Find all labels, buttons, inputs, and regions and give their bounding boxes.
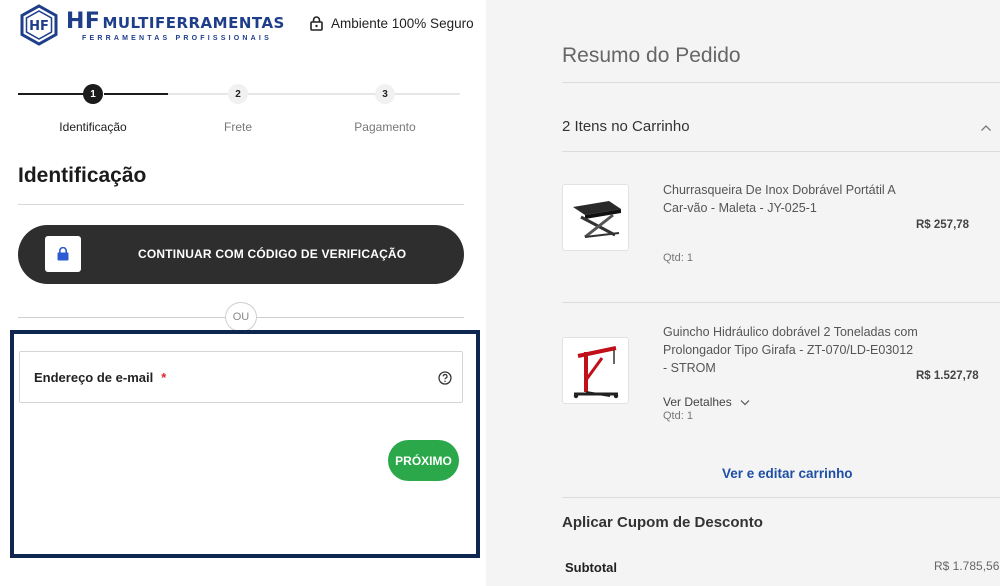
- lock-icon: [45, 236, 81, 272]
- edit-cart-link[interactable]: Ver e editar carrinho: [722, 466, 853, 481]
- step-3-dot[interactable]: 3: [375, 84, 395, 104]
- hf-hexagon-logo-icon: HF: [20, 4, 58, 46]
- product-image-crane[interactable]: [562, 337, 629, 404]
- chevron-down-icon: [740, 399, 750, 405]
- page-title: Identificação: [18, 164, 147, 187]
- order-summary-panel: Resumo do Pedido 2 Itens no Carrinho Chu…: [486, 0, 1000, 586]
- required-mark: *: [161, 369, 167, 385]
- step-1-dot[interactable]: 1: [83, 84, 103, 104]
- verification-code-button[interactable]: CONTINUAR COM CÓDIGO DE VERIFICAÇÃO: [18, 225, 464, 284]
- step-2-label: Frete: [223, 120, 253, 134]
- step-1-label: Identificação: [59, 120, 127, 134]
- product-image-grill[interactable]: [562, 184, 629, 251]
- cart-bottom-divider: [562, 497, 1000, 498]
- step-2-dot[interactable]: 2: [228, 84, 248, 104]
- product-quantity: Qtd: 1: [663, 410, 693, 422]
- title-divider: [18, 204, 464, 205]
- summary-title: Resumo do Pedido: [562, 44, 741, 67]
- checkout-form-panel: HF HF MULTIFERRAMENTAS FERRAMENTAS PROFI…: [0, 0, 486, 586]
- logo[interactable]: HF HF MULTIFERRAMENTAS FERRAMENTAS PROFI…: [18, 4, 285, 46]
- view-details-toggle[interactable]: Ver Detalhes: [663, 395, 750, 409]
- product-name: Guincho Hidráulico dobrável 2 Toneladas …: [663, 325, 918, 375]
- cart-divider: [562, 151, 1000, 152]
- or-separator: OU: [225, 302, 257, 332]
- grill-icon: [572, 200, 621, 238]
- padlock-icon: [310, 16, 323, 31]
- product-quantity: Qtd: 1: [663, 252, 693, 264]
- help-circle-icon[interactable]: [438, 371, 452, 385]
- coupon-toggle[interactable]: Aplicar Cupom de Desconto: [562, 514, 763, 531]
- email-field-label: Endereço de e-mail: [34, 369, 154, 385]
- subtotal-value: R$ 1.785,56: [934, 559, 1000, 573]
- subtotal-label: Subtotal: [565, 560, 617, 575]
- step-3-label: Pagamento: [354, 120, 416, 134]
- verification-button-label: CONTINUAR COM CÓDIGO DE VERIFICAÇÃO: [138, 247, 407, 261]
- secure-badge: Ambiente 100% Seguro: [310, 16, 474, 31]
- secure-label: Ambiente 100% Seguro: [331, 16, 474, 31]
- step-progress-line: [104, 93, 168, 95]
- svg-text:HF: HF: [29, 19, 49, 34]
- chevron-up-icon[interactable]: [980, 124, 992, 132]
- product-price: R$ 1.527,78: [916, 370, 979, 382]
- view-details-label: Ver Detalhes: [663, 395, 732, 409]
- email-field[interactable]: Endereço de e-mail *: [19, 351, 463, 403]
- summary-divider: [562, 82, 1000, 83]
- logo-hf-text: HF: [66, 8, 101, 34]
- checkout-stepper: 1 2 3 Identificação Frete Pagamento: [18, 84, 460, 134]
- logo-name-text: MULTIFERRAMENTAS: [102, 13, 285, 32]
- item-divider: [562, 302, 1000, 303]
- cart-count-header[interactable]: 2 Itens no Carrinho: [562, 118, 690, 135]
- product-price: R$ 257,78: [916, 219, 970, 231]
- step-remaining-line: [168, 93, 460, 95]
- engine-crane-icon: [573, 345, 618, 398]
- logo-tagline: FERRAMENTAS PROFISSIONAIS: [82, 34, 272, 42]
- product-name: Churrasqueira De Inox Dobrável Portátil …: [663, 183, 896, 215]
- next-button[interactable]: PRÓXIMO: [388, 440, 459, 481]
- step-progress-line: [18, 93, 84, 95]
